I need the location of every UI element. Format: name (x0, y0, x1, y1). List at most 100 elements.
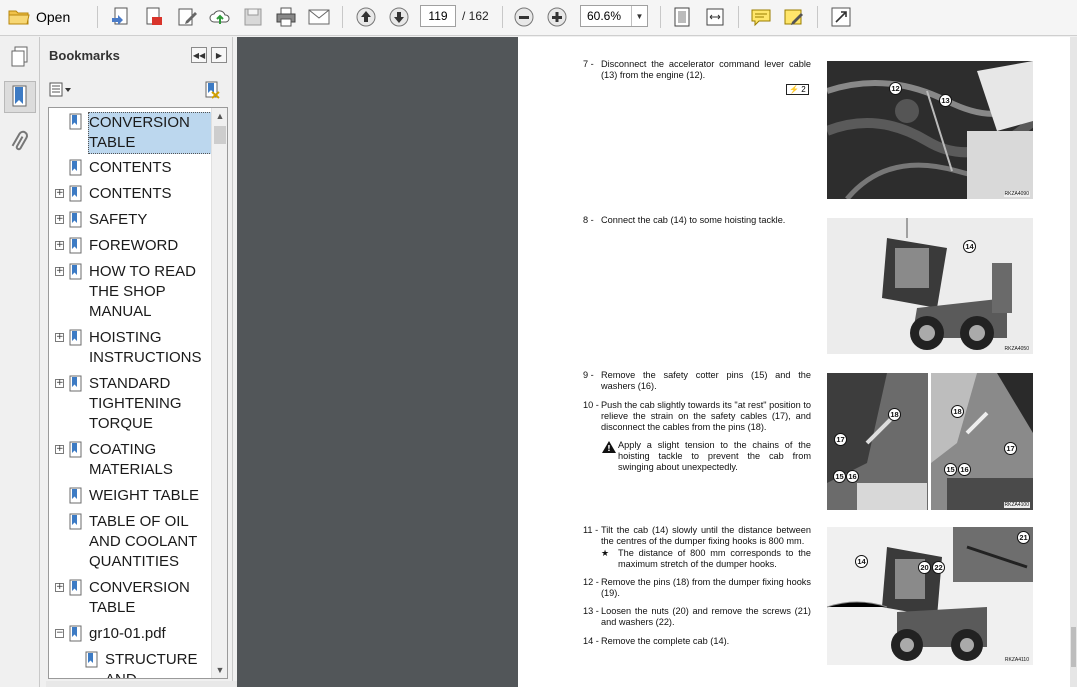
fit-width-button[interactable] (702, 4, 728, 30)
scroll-up-icon[interactable]: ▲ (212, 108, 227, 124)
cab-tilt-photo: 14 20 22 21 RKZA4110 (827, 527, 1033, 665)
bookmark-label: FOREWORD (89, 237, 179, 254)
fit-width-icon (706, 8, 724, 26)
bookmark-icon (69, 159, 83, 183)
bookmark-delete-icon (205, 81, 220, 99)
create-pdf-button[interactable] (108, 4, 134, 30)
bookmark-label: COATING MATERIALS (89, 441, 173, 478)
scroll-down-icon[interactable]: ▼ (212, 662, 227, 678)
callout-13: 13 (939, 94, 952, 107)
bookmark-icon (69, 237, 83, 261)
engine-cable-photo: 12 13 RKZA4090 (827, 61, 1033, 199)
step-14: 14 - Remove the complete cab (14). (583, 636, 730, 646)
delete-bookmark-button[interactable] (203, 81, 221, 104)
save-button[interactable] (240, 4, 266, 30)
expand-toggle-icon[interactable]: + (55, 241, 64, 250)
pdf-page: 7 - Disconnect the accelerator command l… (518, 37, 1070, 687)
speech-bubble-icon (751, 9, 771, 27)
callout-12: 12 (889, 82, 902, 95)
step-8: 8 - Connect the cab (14) to some hoistin… (583, 215, 786, 225)
safety-pins-photo: 18 17 15 16 18 17 15 16 RKZA4100 (827, 373, 1033, 510)
bookmark-label: STRUCTURE AND (105, 651, 198, 678)
zoom-value: 60.6% (587, 9, 622, 23)
highlight-button[interactable] (781, 4, 807, 30)
bookmark-label: gr10-01.pdf (89, 625, 166, 642)
step-11: 11 - Tilt the cab (14) slowly until the … (583, 525, 811, 546)
expand-toggle-icon[interactable]: + (55, 583, 64, 592)
bookmark-icon (69, 185, 83, 209)
bookmarks-panel: Bookmarks ◀◀ ▶ CONVERSION TABLE CONTENTS +… (41, 37, 233, 687)
step-9: 9 - Remove the safety cotter pins (15) a… (583, 370, 811, 391)
bookmark-tree: CONVERSION TABLE CONTENTS + CONTENTS + SAFETY… (48, 107, 228, 679)
cloud-upload-icon (209, 10, 230, 24)
expand-toggle-icon[interactable]: + (55, 215, 64, 224)
panel-title: Bookmarks (49, 48, 120, 63)
print-button[interactable] (273, 4, 299, 30)
tree-scrollbar[interactable]: ▲ ▼ (211, 108, 227, 678)
plus-circle-icon (547, 7, 567, 27)
page-thumbnails-button[interactable] (4, 41, 36, 73)
bookmark-icon (69, 329, 83, 353)
arrow-down-circle-icon (389, 7, 409, 27)
zoom-out-button[interactable] (511, 4, 537, 30)
upload-button[interactable] (207, 4, 233, 30)
navigation-rail (0, 37, 40, 687)
next-page-button[interactable] (386, 4, 412, 30)
collapse-toggle-icon[interactable]: − (55, 629, 64, 638)
reference-badge: ⚡ 2 (786, 84, 809, 95)
edit-document-icon (178, 8, 197, 26)
fullscreen-button[interactable] (828, 4, 854, 30)
main-toolbar: Open 119 / 162 60.6% ▼ (0, 0, 1077, 36)
minus-circle-icon (514, 7, 534, 27)
comment-button[interactable] (748, 4, 774, 30)
scroll-thumb[interactable] (214, 126, 226, 144)
bookmark-icon (69, 487, 83, 511)
document-scrollbar[interactable] (1070, 37, 1077, 687)
chevron-down-icon[interactable]: ▼ (631, 6, 647, 26)
bookmark-icon (69, 375, 83, 399)
star-icon: ★ (601, 548, 610, 558)
callout-14: 14 (963, 240, 976, 253)
bookmark-label: CONTENTS (89, 185, 172, 202)
expand-toggle-icon[interactable]: + (55, 445, 64, 454)
page-count: / 162 (462, 9, 489, 23)
photo-code: RKZA4090 (1003, 191, 1030, 197)
open-label: Open (36, 9, 71, 25)
zoom-select[interactable]: 60.6% ▼ (580, 5, 648, 27)
options-list-icon (49, 82, 71, 97)
bookmark-icon (69, 625, 83, 649)
attachments-button[interactable] (4, 125, 36, 157)
create-pdf-icon (112, 7, 128, 25)
save-disk-icon (244, 8, 262, 26)
collapse-panel-button[interactable]: ◀◀ (191, 47, 207, 63)
document-scroll-thumb[interactable] (1071, 627, 1076, 667)
expand-toggle-icon[interactable]: + (55, 267, 64, 276)
bookmark-icon (69, 211, 83, 235)
bookmark-label: SAFETY (89, 211, 148, 228)
previous-page-button[interactable] (353, 4, 379, 30)
bookmark-icon (69, 441, 83, 465)
printer-icon (276, 7, 296, 27)
edit-pdf-button[interactable] (174, 4, 200, 30)
zoom-in-button[interactable] (544, 4, 570, 30)
email-button[interactable] (306, 4, 332, 30)
expand-toggle-icon[interactable]: + (55, 189, 64, 198)
bookmark-label: WEIGHT TABLE (89, 487, 200, 504)
bookmark-label: TABLE OF OIL AND COOLANT QUANTITIES (89, 513, 198, 570)
export-pdf-button[interactable] (141, 4, 167, 30)
step-12: 12 - Remove the pins (18) from the dumpe… (583, 577, 811, 598)
bookmark-options-button[interactable] (49, 82, 73, 103)
bookmark-label: CONVERSION TABLE (89, 579, 190, 616)
bookmark-icon (69, 513, 83, 537)
panel-forward-button[interactable]: ▶ (211, 47, 227, 63)
highlighter-pen-icon (784, 9, 803, 25)
open-button[interactable]: Open (8, 4, 80, 30)
expand-toggle-icon[interactable]: + (55, 379, 64, 388)
page-number-input[interactable]: 119 (420, 5, 456, 27)
bookmarks-button[interactable] (4, 81, 36, 113)
bookmark-icon (69, 579, 83, 603)
expand-toggle-icon[interactable]: + (55, 333, 64, 342)
bookmark-label: HOISTING INSTRUCTIONS (89, 329, 202, 366)
bookmark-icon (69, 263, 83, 287)
fit-page-button[interactable] (669, 4, 695, 30)
